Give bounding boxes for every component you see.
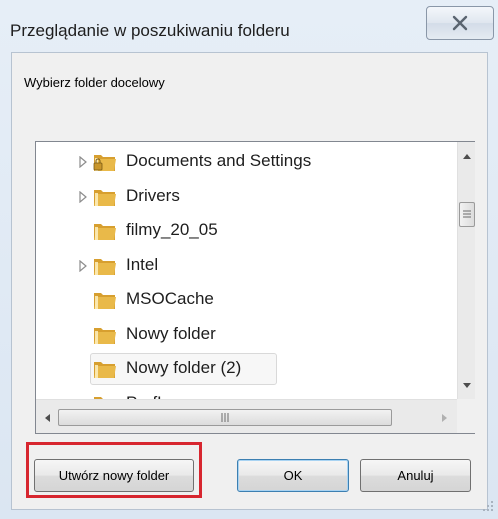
folder-icon bbox=[94, 362, 116, 378]
tree-item-label: Intel bbox=[126, 254, 159, 274]
tree-item-label: Nowy folder bbox=[126, 323, 216, 343]
tree-item[interactable]: Documents and Settings bbox=[36, 145, 457, 179]
tree-item[interactable]: MSOCache bbox=[36, 283, 457, 317]
scroll-right-arrow-icon[interactable] bbox=[441, 413, 449, 423]
close-button[interactable] bbox=[426, 6, 494, 40]
thumb-grip-icon bbox=[463, 210, 471, 218]
tree-item[interactable]: PerfLogs bbox=[36, 387, 457, 399]
new-folder-button[interactable]: Utwórz nowy folder bbox=[34, 459, 194, 492]
tree-item[interactable]: Nowy folder (2) bbox=[36, 352, 457, 386]
tree-item-label: Nowy folder (2) bbox=[126, 358, 242, 377]
scroll-up-arrow-icon[interactable] bbox=[462, 152, 472, 160]
folder-icon bbox=[94, 224, 116, 240]
scrollbar-corner bbox=[457, 399, 475, 433]
folder-icon bbox=[94, 327, 116, 344]
tree-item-label: Drivers bbox=[126, 185, 180, 205]
folder-icon bbox=[94, 258, 116, 275]
close-x-icon bbox=[452, 15, 468, 31]
dialog-title: Przeglądanie w poszukiwaniu folderu bbox=[10, 21, 290, 40]
horizontal-scroll-thumb[interactable] bbox=[58, 409, 392, 426]
browse-folder-dialog: Przeglądanie w poszukiwaniu folderu Wybi… bbox=[0, 0, 498, 519]
tree-item[interactable]: Drivers bbox=[36, 180, 457, 214]
scroll-down-arrow-icon[interactable] bbox=[462, 382, 472, 390]
expand-arrow-icon[interactable] bbox=[78, 190, 88, 203]
folder-tree[interactable]: Documents and Settings Drivers filmy_20_05… bbox=[35, 141, 475, 434]
folder-tree-view[interactable]: Documents and Settings Drivers filmy_20_05… bbox=[36, 142, 457, 399]
tree-item-label: filmy_20_05 bbox=[126, 220, 218, 239]
horizontal-scrollbar[interactable] bbox=[36, 399, 457, 433]
dialog-prompt: Wybierz folder docelowy bbox=[24, 75, 165, 90]
tree-item[interactable]: Nowy folder bbox=[36, 318, 457, 352]
tree-item-label: MSOCache bbox=[126, 289, 214, 308]
resize-grip-icon[interactable] bbox=[482, 500, 494, 512]
expand-arrow-icon[interactable] bbox=[78, 156, 88, 168]
scroll-left-arrow-icon[interactable] bbox=[43, 413, 51, 423]
thumb-grip-icon bbox=[221, 413, 229, 422]
title-bar[interactable]: Przeglądanie w poszukiwaniu folderu bbox=[0, 0, 498, 52]
tree-item-label: Documents and Settings bbox=[126, 151, 312, 170]
tree-item[interactable]: Intel bbox=[36, 249, 457, 283]
expand-arrow-icon[interactable] bbox=[78, 259, 88, 272]
tree-item[interactable]: filmy_20_05 bbox=[36, 214, 457, 248]
folder-icon bbox=[94, 189, 116, 206]
vertical-scrollbar[interactable] bbox=[457, 142, 475, 399]
vertical-scroll-thumb[interactable] bbox=[459, 202, 475, 227]
cancel-button[interactable]: Anuluj bbox=[360, 459, 471, 492]
ok-button[interactable]: OK bbox=[237, 459, 349, 492]
locked-folder-icon bbox=[93, 155, 116, 171]
folder-icon bbox=[94, 293, 116, 309]
